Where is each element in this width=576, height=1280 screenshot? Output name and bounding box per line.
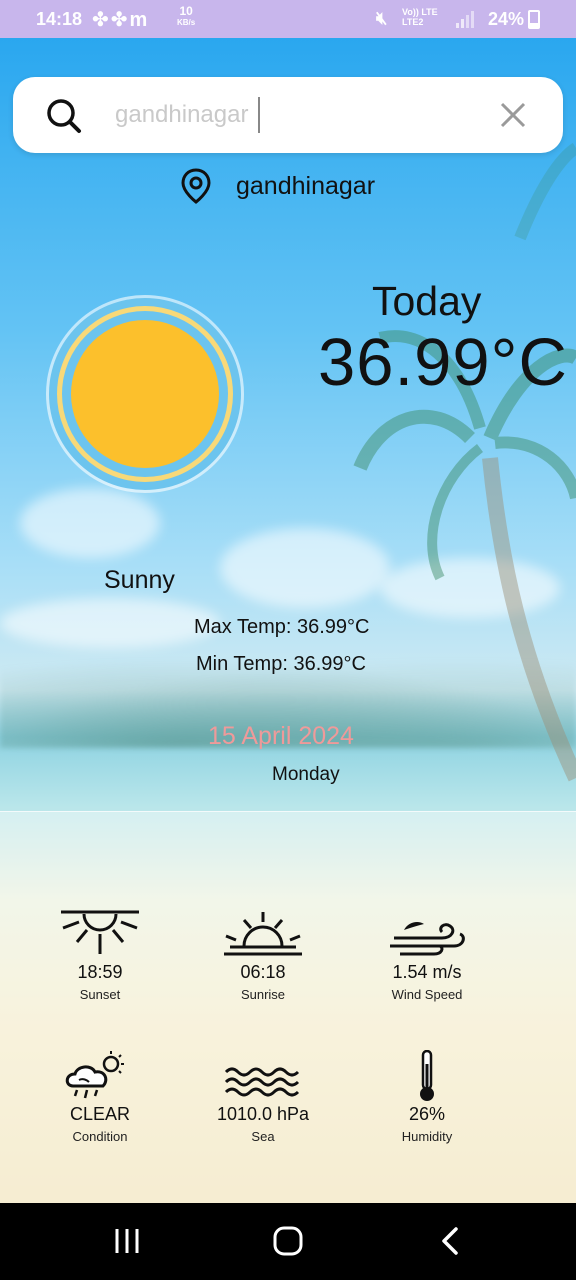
stat-sunrise: 06:18 Sunrise — [188, 908, 338, 1002]
signal-icon — [456, 11, 474, 28]
stat-humidity: 26% Humidity — [352, 1050, 502, 1144]
status-bar: 14:18 ✤✤m 10 KB/s 🔇︎ Vo)) LTE LTE2 24% — [0, 0, 576, 38]
network-volte: Vo)) LTE — [402, 7, 438, 17]
stat-sunset: 18:59 Sunset — [25, 908, 175, 1002]
sunrise-value: 06:18 — [240, 962, 286, 982]
data-speed-value: 10 — [179, 4, 193, 18]
max-temp: Max Temp: 36.99°C — [194, 616, 370, 638]
min-temp: Min Temp: 36.99°C — [196, 653, 366, 675]
day-text: Monday — [272, 764, 340, 785]
wind-icon — [390, 922, 465, 956]
condition-value: CLEAR — [69, 1104, 131, 1124]
sunset-label: Sunset — [79, 987, 121, 1002]
current-temperature: 36.99°C — [318, 325, 568, 400]
sea-label: Sea — [251, 1129, 275, 1144]
battery-icon — [528, 10, 540, 29]
wind-label: Wind Speed — [391, 987, 463, 1002]
sea-waves-icon — [224, 1067, 300, 1097]
status-time: 14:18 — [36, 9, 83, 29]
network-label: Vo)) LTE LTE2 — [402, 7, 438, 27]
weather-condition-icon — [65, 1051, 124, 1099]
back-icon[interactable] — [430, 1223, 470, 1259]
condition-label: Condition — [72, 1129, 128, 1144]
condition-text: Sunny — [104, 566, 175, 594]
search-icon[interactable] — [45, 97, 83, 135]
stat-condition: CLEAR Condition — [25, 1050, 175, 1144]
details-panel — [0, 811, 576, 1203]
network-lte2: LTE2 — [402, 17, 424, 27]
search-input[interactable] — [103, 95, 495, 135]
data-speed-unit: KB/s — [177, 18, 196, 27]
battery-percent: 24% — [488, 9, 525, 29]
humidity-label: Humidity — [401, 1129, 453, 1144]
notification-icons: ✤✤m — [92, 9, 150, 31]
clear-icon[interactable] — [497, 99, 529, 131]
data-speed: 10 KB/s — [177, 4, 196, 28]
mute-icon: 🔇︎ — [376, 8, 388, 28]
sunset-icon — [61, 910, 139, 954]
thermometer-icon — [420, 1050, 434, 1101]
location-city: gandhinagar — [236, 172, 376, 200]
location-pin-icon — [181, 168, 211, 204]
date-text: 15 April 2024 — [208, 722, 354, 750]
today-label: Today — [372, 278, 482, 324]
sunset-value: 18:59 — [77, 962, 123, 982]
sunrise-label: Sunrise — [240, 987, 286, 1002]
navigation-bar — [0, 1203, 576, 1280]
stat-wind: 1.54 m/s Wind Speed — [352, 908, 502, 1002]
sea-value: 1010.0 hPa — [216, 1104, 310, 1124]
stat-sea: 1010.0 hPa Sea — [188, 1050, 338, 1144]
home-icon[interactable] — [268, 1223, 308, 1259]
wind-value: 1.54 m/s — [392, 962, 462, 982]
recent-apps-icon[interactable] — [107, 1223, 147, 1259]
sun-icon — [46, 295, 244, 493]
humidity-value: 26% — [408, 1104, 446, 1124]
sunrise-icon — [224, 912, 302, 956]
search-bar[interactable] — [13, 77, 563, 153]
text-caret — [258, 97, 260, 133]
